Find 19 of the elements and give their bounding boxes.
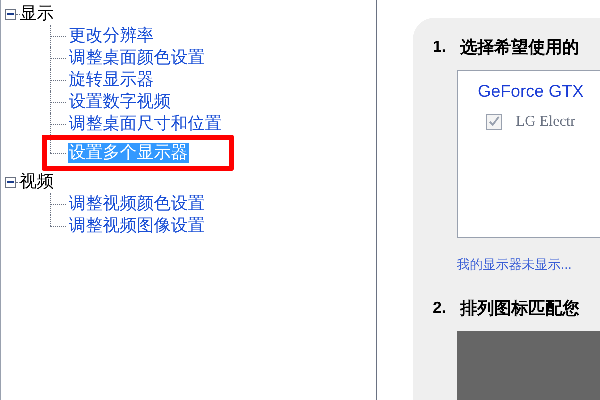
tree-item[interactable]: 调整桌面尺寸和位置 [68,114,223,134]
tree-item[interactable]: 调整桌面颜色设置 [68,48,206,68]
step-title: 排列图标匹配您 [460,298,580,320]
missing-display-link[interactable]: 我的显示器未显示... [457,257,572,272]
tree-item[interactable]: 设置数字视频 [68,92,172,112]
tree-item[interactable]: 旋转显示器 [68,70,155,90]
step-number: 2. [433,299,446,319]
collapse-icon[interactable] [5,176,16,188]
step-number: 1. [433,38,446,58]
check-icon [488,116,500,128]
display-name: LG Electr [516,112,576,132]
tree-group[interactable]: 显示 [20,4,54,24]
tree-item[interactable]: 更改分辨率 [68,26,155,46]
tree-group[interactable]: 视频 [20,172,54,192]
tree-item[interactable]: 调整视频图像设置 [68,216,206,236]
tree-item[interactable]: 调整视频颜色设置 [68,194,206,214]
collapse-icon[interactable] [5,8,16,20]
step-title: 选择希望使用的 [460,37,580,60]
gpu-name: GeForce GTX [478,81,584,103]
